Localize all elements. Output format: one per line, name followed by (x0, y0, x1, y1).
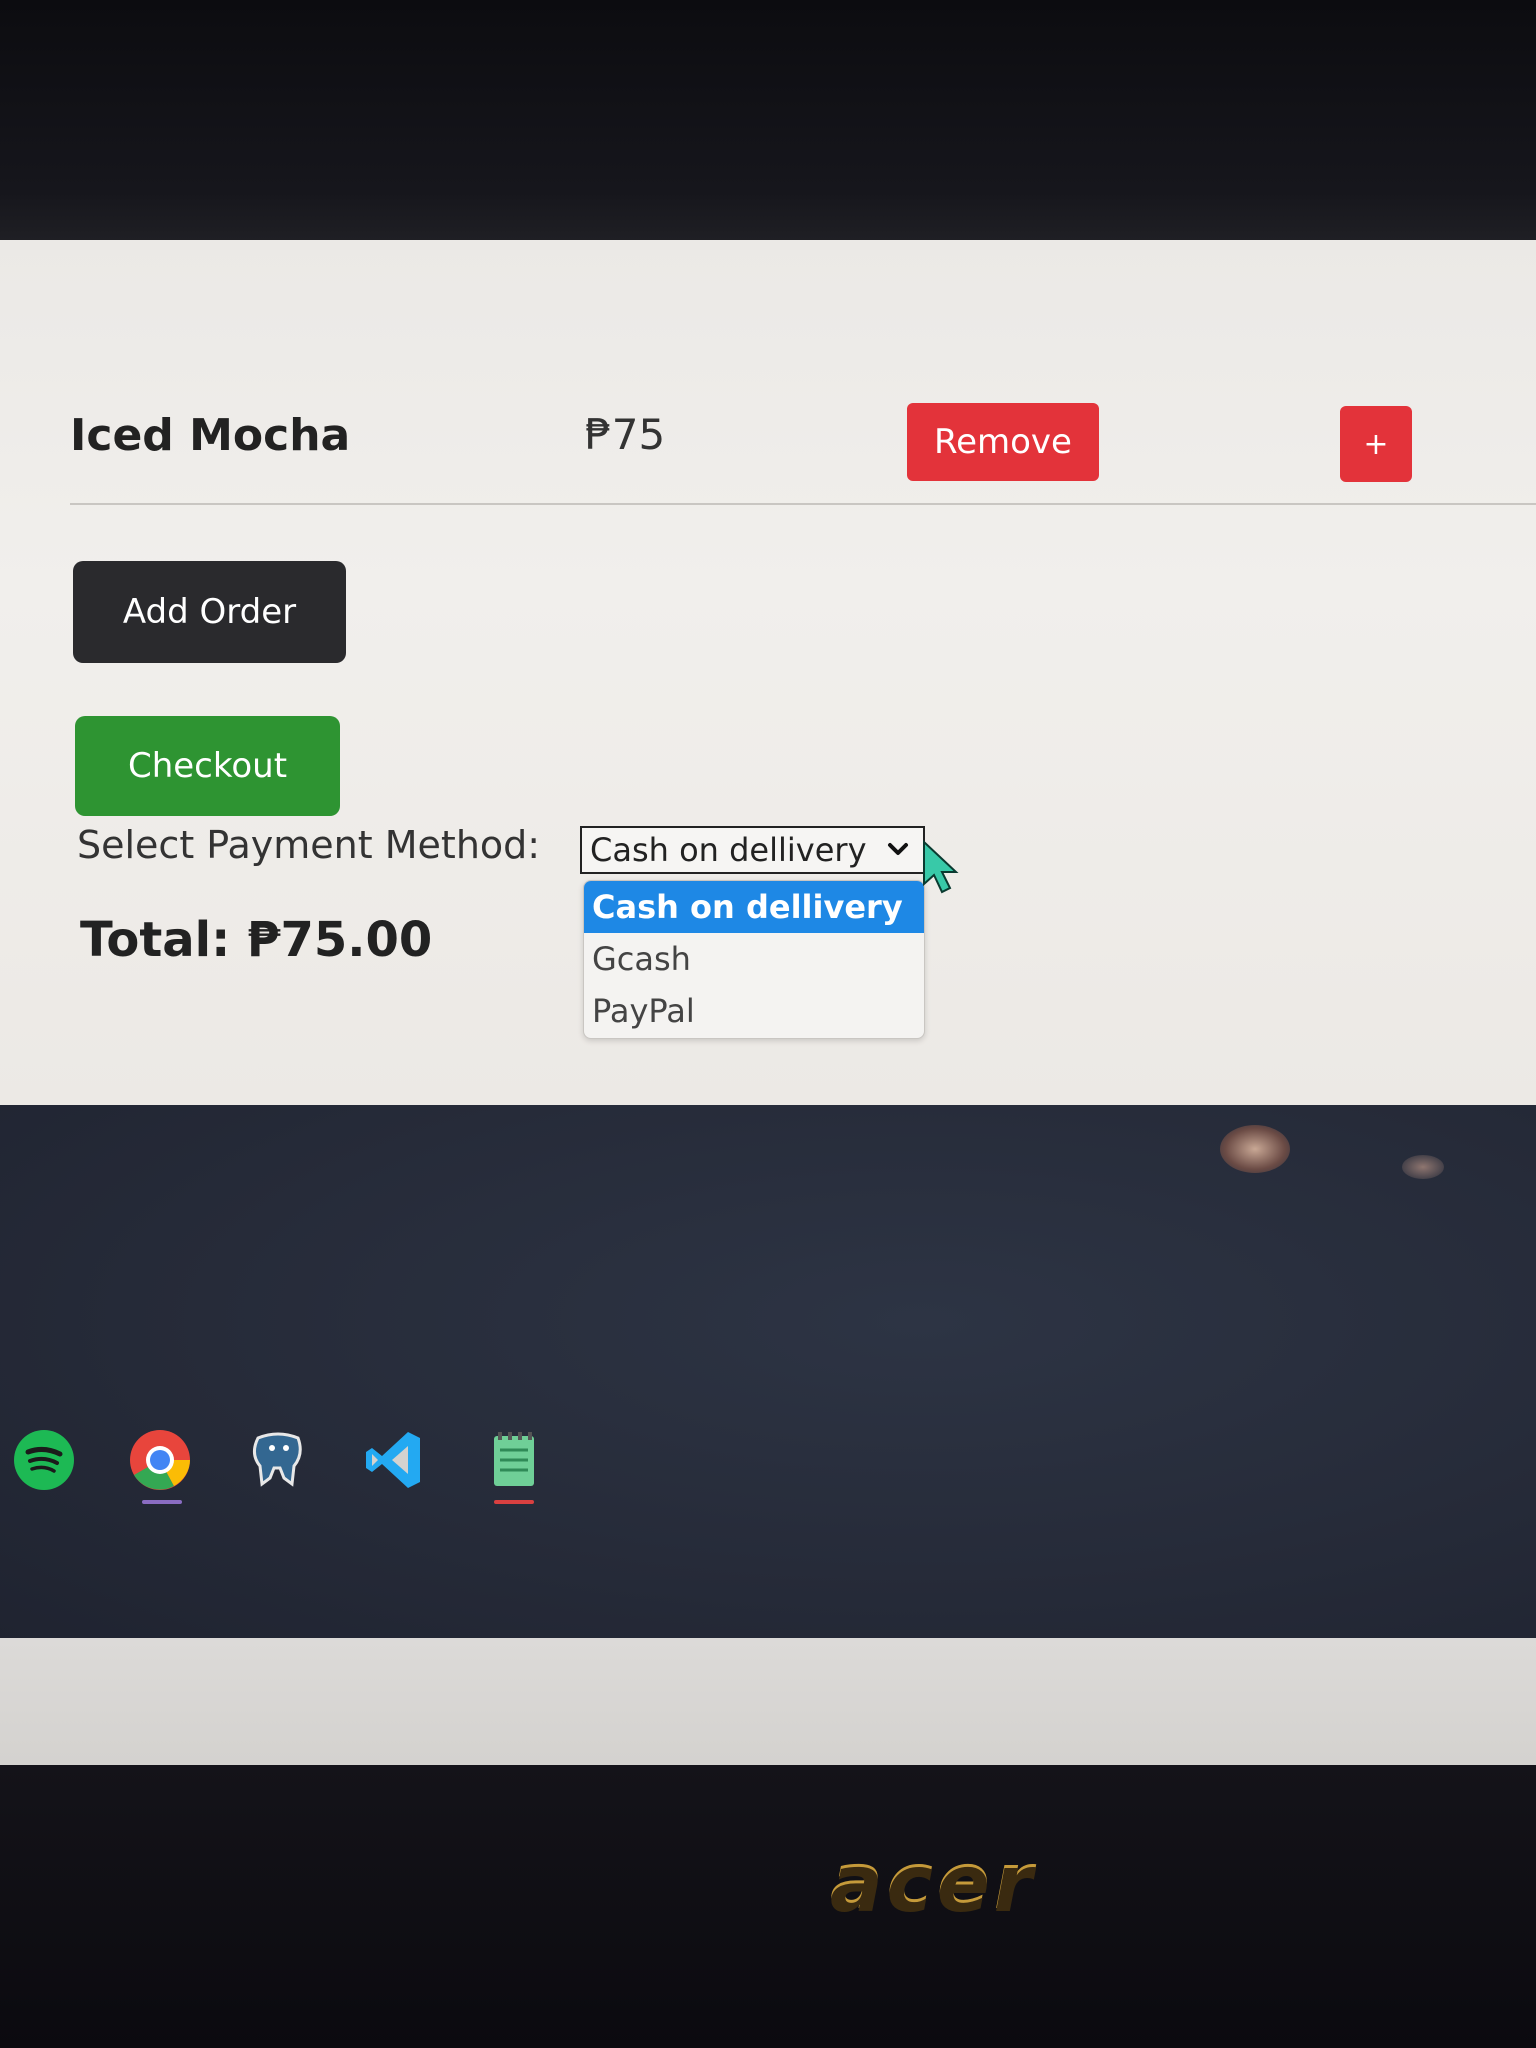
desktop-background (0, 1105, 1536, 1645)
monitor-top-bezel (0, 0, 1536, 240)
payment-method-label: Select Payment Method: (77, 823, 541, 867)
active-app-indicator (142, 1500, 182, 1504)
chevron-down-icon (885, 836, 911, 867)
row-divider (70, 503, 1536, 505)
chrome-icon[interactable] (128, 1428, 192, 1492)
remove-button[interactable]: Remove (907, 403, 1099, 481)
payment-method-select[interactable]: Cash on dellivery (580, 826, 925, 874)
monitor-bottom-bezel (0, 1765, 1536, 2048)
active-app-indicator (494, 1500, 534, 1504)
option-paypal[interactable]: PayPal (584, 985, 924, 1037)
taskbar (0, 1638, 1536, 1765)
add-order-button[interactable]: Add Order (73, 561, 346, 663)
option-cash-on-delivery[interactable]: Cash on dellivery (584, 881, 924, 933)
mouse-cursor-icon (923, 840, 959, 894)
vscode-icon[interactable] (362, 1428, 426, 1492)
app-window: Iced Mocha ₱75 Remove + Add Order Checko… (0, 240, 1536, 1105)
checkout-button[interactable]: Checkout (75, 716, 340, 816)
screen: Iced Mocha ₱75 Remove + Add Order Checko… (0, 240, 1536, 1765)
item-price: ₱75 (585, 410, 666, 459)
item-name: Iced Mocha (70, 410, 351, 461)
spotify-icon[interactable] (12, 1428, 76, 1492)
desktop-glare (1402, 1155, 1444, 1179)
payment-method-selected-value: Cash on dellivery (590, 831, 867, 869)
desktop-glare (1220, 1125, 1290, 1173)
postgresql-icon[interactable] (246, 1428, 310, 1492)
option-gcash[interactable]: Gcash (584, 933, 924, 985)
increase-quantity-button[interactable]: + (1340, 406, 1412, 482)
payment-method-options: Cash on dellivery Gcash PayPal (583, 880, 925, 1039)
notepad-icon[interactable] (482, 1428, 546, 1492)
order-total: Total: ₱75.00 (80, 912, 433, 968)
brand-logo: acer (830, 1840, 1037, 1930)
